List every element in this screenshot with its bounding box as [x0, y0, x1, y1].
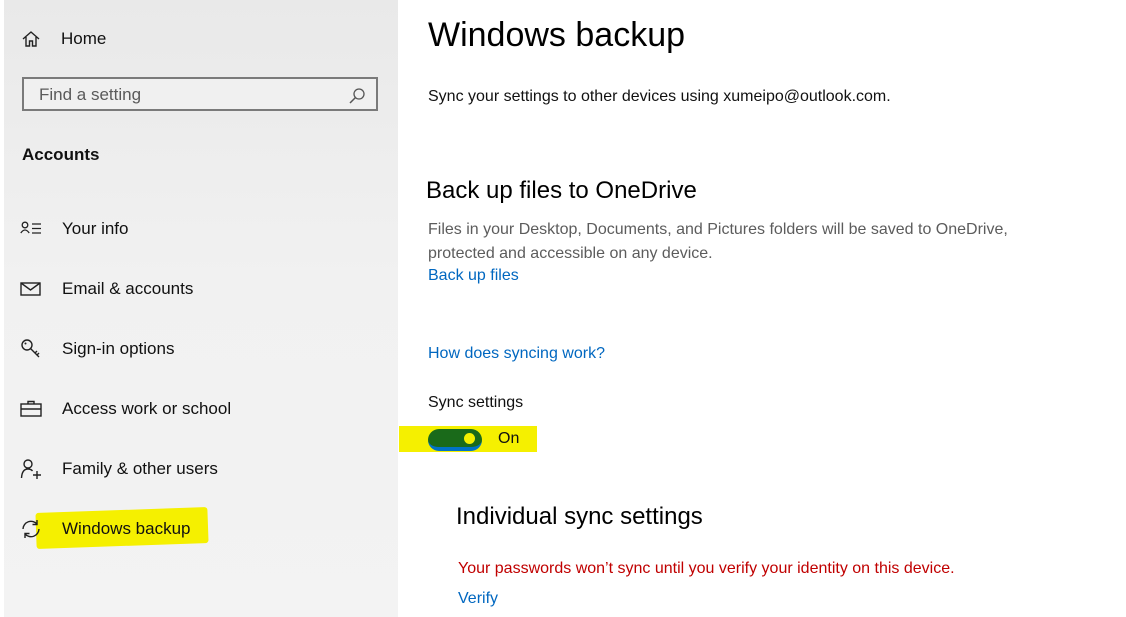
sidebar-item-your-info[interactable]: Your info: [20, 212, 380, 246]
search-input[interactable]: [37, 84, 341, 106]
section-title: Accounts: [22, 145, 100, 164]
home-label: Home: [61, 29, 107, 48]
nav-home[interactable]: Home: [20, 24, 380, 54]
main-content: Windows backup Sync your settings to oth…: [398, 0, 1126, 617]
sidebar-item-windows-backup[interactable]: Windows backup: [20, 512, 380, 546]
sync-settings-label: Sync settings: [428, 394, 524, 411]
toggle-knob: [464, 433, 475, 444]
search-icon[interactable]: [348, 87, 366, 105]
sidebar-item-label: Access work or school: [62, 399, 232, 418]
briefcase-icon: [20, 398, 42, 420]
sync-icon: [20, 518, 42, 540]
person-add-icon: [20, 458, 42, 480]
page-title: Windows backup: [428, 16, 686, 54]
sidebar-item-sign-in-options[interactable]: Sign-in options: [20, 332, 380, 366]
sidebar-item-label: Email & accounts: [62, 279, 194, 298]
sidebar: Home Accounts Your info Email & accounts…: [4, 0, 398, 617]
person-list-icon: [20, 218, 42, 240]
onedrive-description: Files in your Desktop, Documents, and Pi…: [428, 221, 1008, 262]
sidebar-item-label: Family & other users: [62, 459, 218, 478]
sidebar-item-label: Your info: [62, 219, 129, 238]
how-syncing-works-link[interactable]: How does syncing work?: [428, 345, 605, 363]
back-up-files-link[interactable]: Back up files: [428, 267, 519, 285]
home-icon: [20, 28, 42, 50]
key-icon: [20, 338, 42, 360]
sidebar-item-family-users[interactable]: Family & other users: [20, 452, 380, 486]
sidebar-item-label: Sign-in options: [62, 339, 175, 358]
verify-link[interactable]: Verify: [458, 590, 498, 608]
sync-settings-toggle[interactable]: [428, 429, 482, 451]
password-warning-text: Your passwords won’t sync until you veri…: [458, 560, 955, 577]
toggle-state-label: On: [498, 430, 520, 447]
sidebar-item-access-work[interactable]: Access work or school: [20, 392, 380, 426]
individual-sync-heading: Individual sync settings: [456, 503, 703, 530]
onedrive-heading: Back up files to OneDrive: [426, 177, 697, 204]
sync-intro-text: Sync your settings to other devices usin…: [428, 88, 891, 105]
sidebar-item-label: Windows backup: [62, 519, 191, 538]
mail-icon: [20, 278, 42, 300]
search-box: [22, 77, 378, 111]
sidebar-item-email-accounts[interactable]: Email & accounts: [20, 272, 380, 306]
